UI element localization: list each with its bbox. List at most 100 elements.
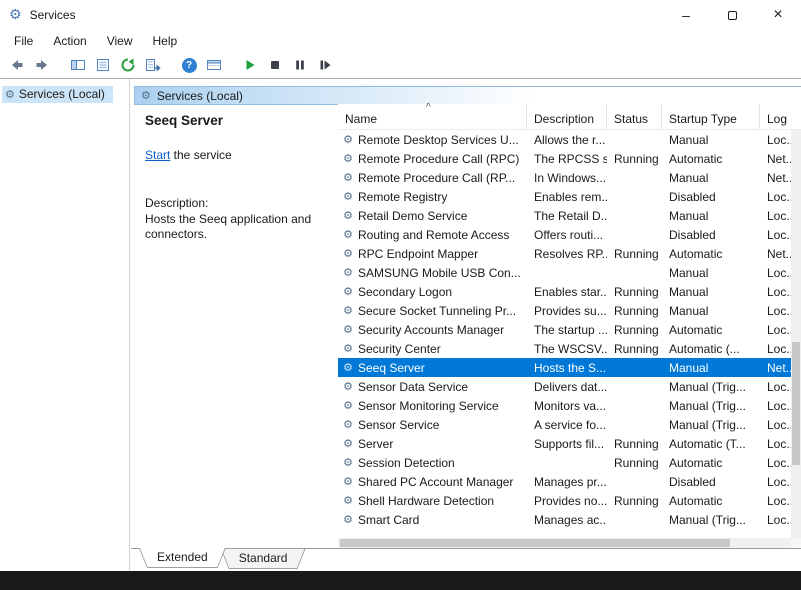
start-service-button[interactable] — [239, 54, 261, 76]
window-controls: – × — [663, 0, 801, 30]
vertical-scrollbar-thumb[interactable] — [792, 342, 800, 464]
table-row[interactable]: ⚙Secure Socket Tunneling Pr... Provides … — [338, 301, 791, 320]
tab-extended[interactable]: Extended — [139, 548, 226, 568]
column-header-name[interactable]: Name — [338, 104, 527, 129]
service-name: Secure Socket Tunneling Pr... — [358, 304, 516, 318]
table-row[interactable]: ⚙Retail Demo Service The Retail D... Man… — [338, 206, 791, 225]
service-name: RPC Endpoint Mapper — [358, 247, 478, 261]
service-startup-type: Manual — [662, 209, 760, 223]
service-gear-icon: ⚙ — [341, 494, 355, 507]
refresh-button[interactable] — [117, 54, 139, 76]
service-description: The RPCSS s... — [527, 152, 607, 166]
table-row[interactable]: ⚙Sensor Monitoring Service Monitors va..… — [338, 396, 791, 415]
service-name: Seeq Server — [358, 361, 425, 375]
minimize-button[interactable]: – — [663, 0, 709, 30]
service-name-cell: ⚙SAMSUNG Mobile USB Con... — [338, 266, 527, 280]
service-name-cell: ⚙Seeq Server — [338, 361, 527, 375]
service-gear-icon: ⚙ — [341, 304, 355, 317]
extended-view-button[interactable] — [203, 54, 225, 76]
table-row[interactable]: ⚙Session Detection Running Automatic Loc… — [338, 453, 791, 472]
tab-standard[interactable]: Standard — [221, 549, 306, 569]
service-startup-type: Disabled — [662, 228, 760, 242]
column-header-description[interactable]: Description — [527, 104, 607, 129]
menu-file[interactable]: File — [4, 30, 43, 52]
service-name: Sensor Data Service — [358, 380, 468, 394]
column-header-startup-type[interactable]: Startup Type — [662, 104, 760, 129]
table-row[interactable]: ⚙Shell Hardware Detection Provides no...… — [338, 491, 791, 510]
tree-item-services-local[interactable]: ⚙ Services (Local) — [2, 86, 113, 103]
start-service-icon — [242, 57, 258, 73]
table-row[interactable]: ⚙Remote Procedure Call (RPC) The RPCSS s… — [338, 149, 791, 168]
service-startup-type: Automatic — [662, 152, 760, 166]
description-text: Hosts the Seeq application and connector… — [145, 212, 313, 242]
service-log-on-as: Loc... — [760, 513, 791, 527]
properties-button[interactable] — [92, 54, 114, 76]
menu-help[interactable]: Help — [143, 30, 188, 52]
back-button[interactable] — [6, 54, 28, 76]
table-row-selected[interactable]: ⚙Seeq Server Hosts the S... Manual Net..… — [338, 358, 791, 377]
start-service-link[interactable]: Start — [145, 148, 170, 162]
service-name: Retail Demo Service — [358, 209, 467, 223]
service-log-on-as: Net... — [760, 361, 791, 375]
services-app-icon: ⚙ — [9, 7, 22, 23]
table-row[interactable]: ⚙Routing and Remote Access Offers routi.… — [338, 225, 791, 244]
table-row[interactable]: ⚙Server Supports fil... Running Automati… — [338, 434, 791, 453]
service-name-cell: ⚙Sensor Data Service — [338, 380, 527, 394]
service-name: Shell Hardware Detection — [358, 494, 494, 508]
horizontal-scrollbar-thumb[interactable] — [340, 539, 730, 547]
menu-action[interactable]: Action — [43, 30, 96, 52]
stop-service-button[interactable] — [264, 54, 286, 76]
console-tree-icon — [70, 57, 86, 73]
table-row[interactable]: ⚙Security Center The WSCSV... Running Au… — [338, 339, 791, 358]
table-row[interactable]: ⚙Shared PC Account Manager Manages pr...… — [338, 472, 791, 491]
service-gear-icon: ⚙ — [341, 513, 355, 526]
service-description: Provides no... — [527, 494, 607, 508]
service-startup-type: Manual (Trig... — [662, 418, 760, 432]
service-startup-type: Automatic (... — [662, 342, 760, 356]
show-hide-console-tree-button[interactable] — [67, 54, 89, 76]
menu-bar: File Action View Help — [0, 30, 801, 52]
service-status: Running — [607, 285, 662, 299]
service-name: Smart Card — [358, 513, 419, 527]
service-name: SAMSUNG Mobile USB Con... — [358, 266, 521, 280]
table-row[interactable]: ⚙Secondary Logon Enables star... Running… — [338, 282, 791, 301]
table-row[interactable]: ⚙Sensor Service A service fo... Manual (… — [338, 415, 791, 434]
table-row[interactable]: ⚙Remote Procedure Call (RP... In Windows… — [338, 168, 791, 187]
service-description: Resolves RP... — [527, 247, 607, 261]
table-row[interactable]: ⚙Remote Registry Enables rem... Disabled… — [338, 187, 791, 206]
service-gear-icon: ⚙ — [341, 437, 355, 450]
maximize-icon — [728, 11, 737, 20]
service-description: Enables rem... — [527, 190, 607, 204]
table-row[interactable]: ⚙Security Accounts Manager The startup .… — [338, 320, 791, 339]
restart-service-button[interactable] — [314, 54, 336, 76]
column-header-status[interactable]: Status — [607, 104, 662, 129]
close-button[interactable]: × — [755, 0, 801, 30]
table-row[interactable]: ⚙Smart Card Manages ac... Manual (Trig..… — [338, 510, 791, 529]
service-description: In Windows... — [527, 171, 607, 185]
vertical-scrollbar[interactable] — [791, 130, 801, 538]
maximize-button[interactable] — [709, 0, 755, 30]
menu-view[interactable]: View — [97, 30, 143, 52]
service-description: Supports fil... — [527, 437, 607, 451]
services-window: ⚙ Services – × File Action View Help — [0, 0, 801, 571]
table-row[interactable]: ⚙Sensor Data Service Delivers dat... Man… — [338, 377, 791, 396]
table-row[interactable]: ⚙Remote Desktop Services U... Allows the… — [338, 130, 791, 149]
forward-button[interactable] — [31, 54, 53, 76]
service-name-cell: ⚙Secondary Logon — [338, 285, 527, 299]
list-header: ^ Name Description Status Startup Type L… — [338, 104, 801, 130]
export-list-button[interactable] — [142, 54, 164, 76]
screen: ⚙ Services – × File Action View Help — [0, 0, 801, 590]
table-row[interactable]: ⚙SAMSUNG Mobile USB Con... Manual Loc... — [338, 263, 791, 282]
pause-service-button[interactable] — [289, 54, 311, 76]
stop-service-icon — [267, 57, 283, 73]
service-startup-type: Manual (Trig... — [662, 399, 760, 413]
service-startup-type: Disabled — [662, 475, 760, 489]
help-button[interactable]: ? — [178, 54, 200, 76]
service-log-on-as: Loc... — [760, 399, 791, 413]
service-status: Running — [607, 323, 662, 337]
horizontal-scrollbar[interactable] — [338, 538, 791, 548]
column-header-log-on-as[interactable]: Log — [760, 104, 801, 129]
service-log-on-as: Loc... — [760, 456, 791, 470]
table-row[interactable]: ⚙RPC Endpoint Mapper Resolves RP... Runn… — [338, 244, 791, 263]
service-name-cell: ⚙Session Detection — [338, 456, 527, 470]
